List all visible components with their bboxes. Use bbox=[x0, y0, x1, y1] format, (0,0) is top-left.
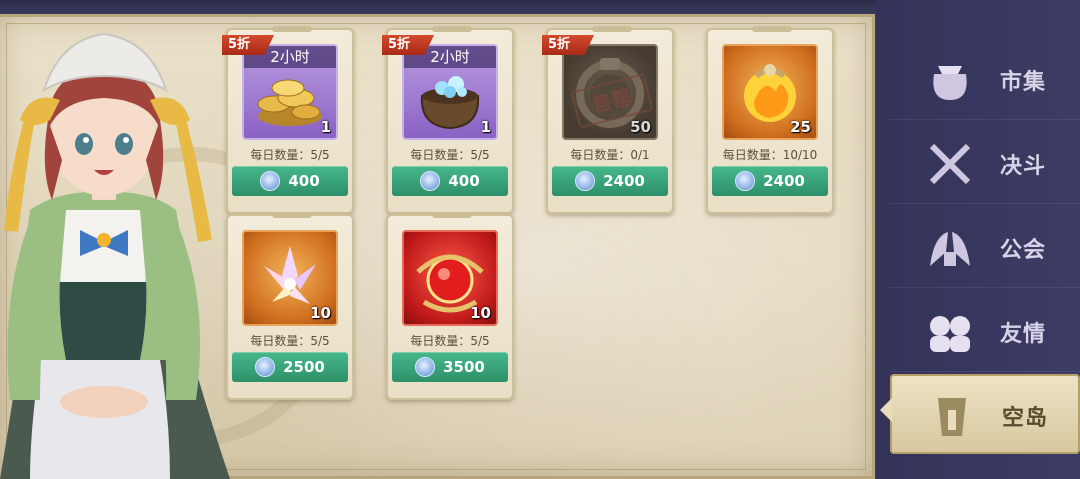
sidebar-item-label: 决斗 bbox=[1000, 154, 1047, 179]
currency-icon bbox=[260, 171, 281, 191]
buy-button[interactable]: 2400 bbox=[552, 166, 668, 196]
item-icon-frame: 售罄 50 bbox=[562, 44, 658, 140]
item-icon-frame: 10 bbox=[242, 230, 338, 326]
sidebar-item-market[interactable]: 市集 bbox=[890, 40, 1080, 120]
daily-limit: 每日数量：5/5 bbox=[410, 148, 490, 162]
sidebar-item-label: 友情 bbox=[1000, 322, 1047, 347]
daily-limit: 每日数量：5/5 bbox=[250, 148, 330, 162]
item-quantity: 10 bbox=[310, 304, 331, 322]
shopkeeper-character bbox=[0, 32, 230, 479]
item-icon-frame: 2小时 1 bbox=[402, 44, 498, 140]
item-icon-frame: 10 bbox=[402, 230, 498, 326]
daily-limit: 每日数量：10/10 bbox=[722, 148, 818, 162]
shop-item-card[interactable]: 售罄 50 5折 每日数量：0/1 2400 bbox=[542, 26, 674, 214]
bag-icon bbox=[933, 66, 967, 100]
price-label: 2400 bbox=[603, 172, 645, 190]
currency-icon bbox=[575, 171, 596, 191]
active-indicator-arrow bbox=[880, 398, 892, 422]
currency-icon bbox=[420, 171, 441, 191]
dragons-icon bbox=[930, 232, 970, 266]
sidebar-item-guild[interactable]: 公会 bbox=[890, 208, 1080, 288]
sidebar-item-label: 市集 bbox=[1000, 70, 1047, 95]
shop-category-sidebar: 市集 决斗 公会 友情 空岛 bbox=[876, 0, 1080, 479]
currency-icon bbox=[415, 357, 436, 377]
price-label: 400 bbox=[288, 172, 320, 190]
item-quantity: 25 bbox=[790, 118, 811, 136]
item-quantity: 1 bbox=[480, 118, 491, 136]
buy-button[interactable]: 2400 bbox=[712, 166, 828, 196]
currency-icon bbox=[735, 171, 756, 191]
crossed-swords-icon bbox=[929, 143, 971, 185]
item-quantity: 10 bbox=[470, 304, 491, 322]
daily-limit: 每日数量：0/1 bbox=[570, 148, 650, 162]
shop-item-card[interactable]: 10 每日数量：5/5 2500 bbox=[226, 212, 354, 400]
friends-icon bbox=[930, 316, 970, 352]
price-label: 2400 bbox=[763, 172, 805, 190]
item-quantity: 1 bbox=[320, 118, 331, 136]
price-label: 400 bbox=[448, 172, 480, 190]
buy-button[interactable]: 3500 bbox=[392, 352, 508, 382]
tower-icon bbox=[938, 398, 966, 436]
buy-button[interactable]: 2500 bbox=[232, 352, 348, 382]
buy-button[interactable]: 400 bbox=[392, 166, 508, 196]
shop-item-card[interactable]: 2小时 1 5折 每日数量：5/5 400 bbox=[222, 26, 354, 214]
shop-item-card[interactable]: 10 每日数量：5/5 3500 bbox=[386, 212, 514, 400]
sidebar-item-sky-island[interactable]: 空岛 bbox=[890, 374, 1080, 454]
currency-icon bbox=[255, 357, 276, 377]
item-icon-frame: 25 bbox=[722, 44, 818, 140]
shop-item-card[interactable]: 25 每日数量：10/10 2400 bbox=[706, 26, 834, 214]
item-quantity: 50 bbox=[630, 118, 651, 136]
buy-button[interactable]: 400 bbox=[232, 166, 348, 196]
daily-limit: 每日数量：5/5 bbox=[250, 334, 330, 348]
item-icon-frame: 2小时 1 bbox=[242, 44, 338, 140]
shop-item-card[interactable]: 2小时 1 5折 每日数量：5/5 400 bbox=[382, 26, 514, 214]
sidebar-item-friendship[interactable]: 友情 bbox=[890, 292, 1080, 372]
sidebar-item-duel[interactable]: 决斗 bbox=[890, 124, 1080, 204]
daily-limit: 每日数量：5/5 bbox=[410, 334, 490, 348]
price-label: 2500 bbox=[283, 358, 325, 376]
sidebar-item-label: 空岛 bbox=[1002, 406, 1049, 431]
price-label: 3500 bbox=[443, 358, 485, 376]
sidebar-item-label: 公会 bbox=[1000, 238, 1047, 263]
